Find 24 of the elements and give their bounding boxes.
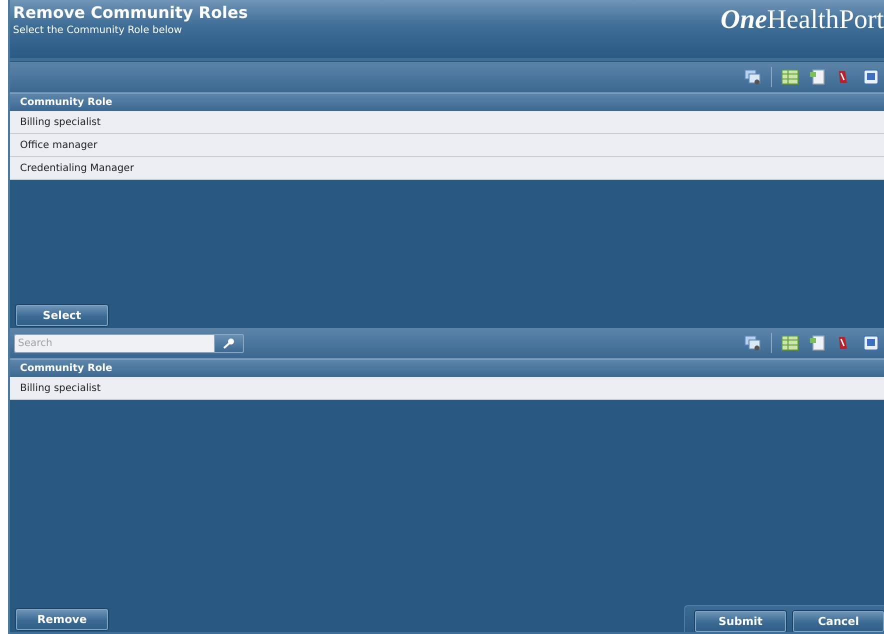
search-button[interactable] (214, 334, 244, 352)
search-icon (222, 337, 236, 349)
footer-button[interactable]: Submit (695, 611, 786, 632)
table-row[interactable]: Office manager (10, 134, 884, 157)
page-title: Remove Community Roles (13, 3, 248, 22)
spreadsheet-icon[interactable] (781, 335, 799, 351)
column-header[interactable]: Community Role (10, 93, 884, 111)
document-icon[interactable] (808, 335, 826, 351)
remove-button[interactable]: Remove (16, 608, 108, 630)
table-row[interactable]: Billing specialist (10, 111, 884, 134)
table-row[interactable]: Billing specialist (10, 377, 884, 400)
logo: OneHealthPort (720, 3, 884, 36)
search-field[interactable]: Search (14, 334, 214, 352)
select-button[interactable]: Select (16, 304, 108, 326)
page-subtitle: Select the Community Role below (13, 25, 183, 36)
spreadsheet-icon[interactable] (781, 69, 799, 85)
document-icon[interactable] (808, 69, 826, 85)
windows-icon[interactable] (744, 69, 762, 85)
column-header[interactable]: Community Role (10, 359, 884, 377)
word-document-icon[interactable] (862, 69, 880, 85)
windows-icon[interactable] (744, 335, 762, 351)
table-row[interactable]: Credentialing Manager (10, 157, 884, 180)
footer-button[interactable]: Cancel (793, 611, 884, 632)
word-document-icon[interactable] (862, 335, 880, 351)
